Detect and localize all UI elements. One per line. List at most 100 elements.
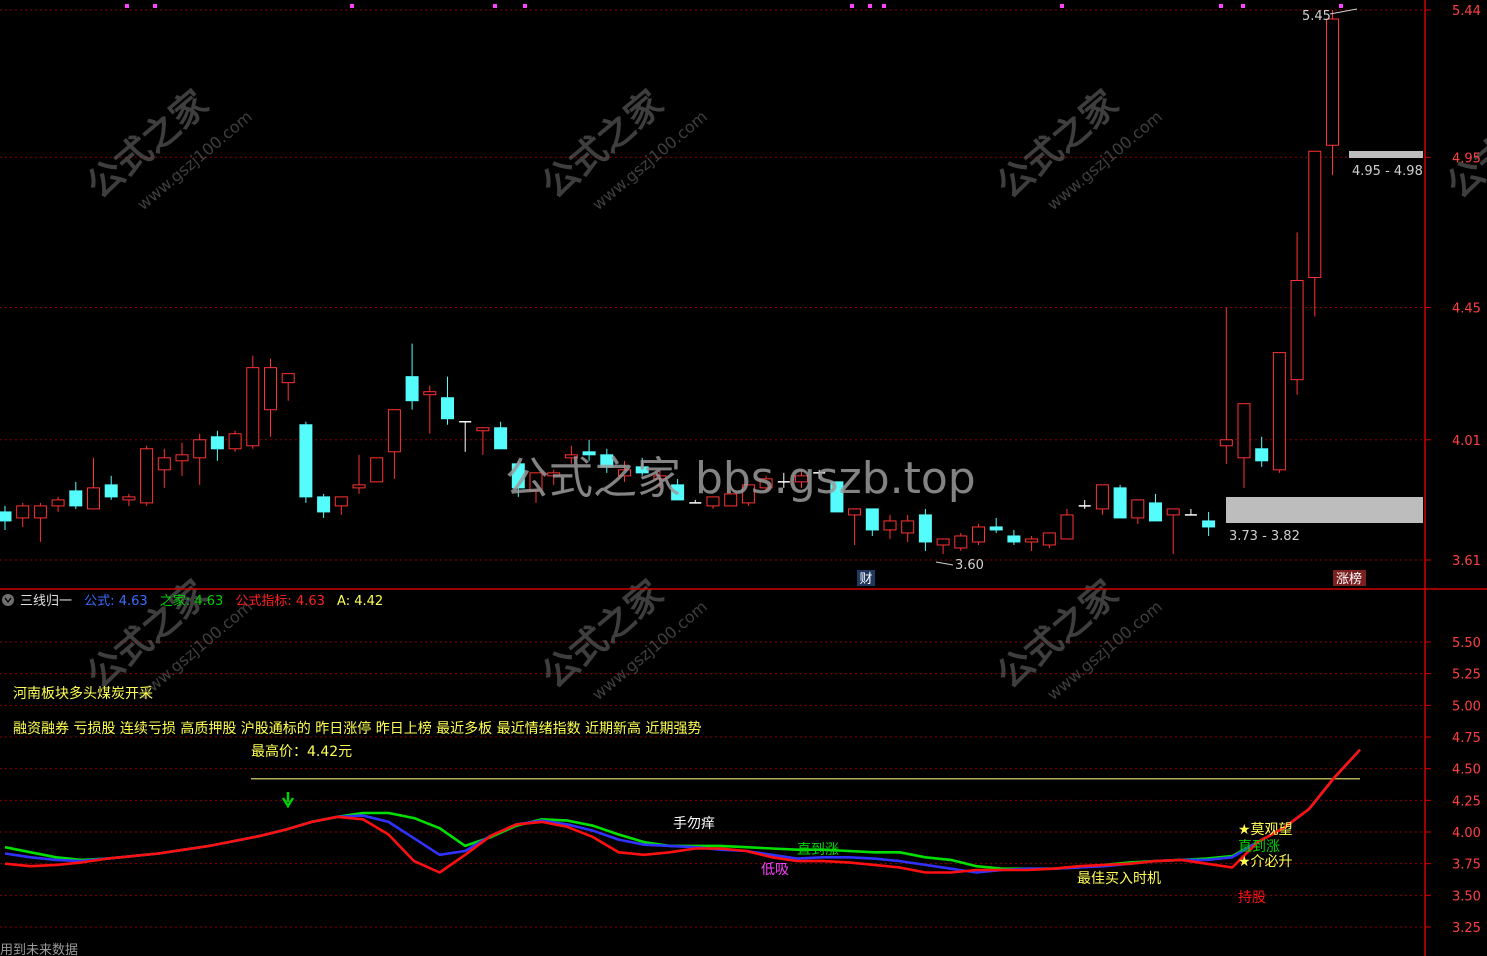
signal-jie-bi-sheng: ★介必升 <box>1238 854 1293 870</box>
candle-body <box>87 487 100 510</box>
signal-chi-gu: 持股 <box>1238 890 1266 906</box>
candle <box>1272 352 1286 473</box>
candle-body <box>901 520 915 534</box>
candle-body <box>317 496 331 513</box>
signal-mo-guan-wang: ★莫观望 <box>1238 822 1293 838</box>
candle-body <box>140 448 154 504</box>
candle-body <box>848 508 862 516</box>
series-label-value: 4.42 <box>354 594 383 609</box>
low-price-label: 3.60 <box>955 558 984 573</box>
candle-body <box>1308 150 1322 278</box>
signal-best-buy: 最佳买入时机 <box>1077 871 1161 887</box>
y-tick-label: 4.95 <box>1452 151 1481 166</box>
candle-body <box>1060 514 1074 540</box>
marker-dot <box>153 4 157 8</box>
zone-bottom-label: 3.73 - 3.82 <box>1229 529 1300 544</box>
y-tick-label: 5.00 <box>1452 699 1481 714</box>
candle <box>370 457 384 483</box>
candle <box>1113 484 1127 519</box>
y-tick-label: 3.25 <box>1452 921 1481 936</box>
candle-body <box>1131 499 1145 519</box>
candle-body <box>1290 279 1304 381</box>
cai-badge[interactable]: 财 <box>859 572 872 587</box>
zhangbang-badge[interactable]: 涨榜 <box>1336 571 1362 587</box>
y-tick-label: 5.50 <box>1452 636 1481 651</box>
signal-zhi-dao-zhang-2: 直到涨 <box>1238 838 1280 855</box>
candle-body <box>936 538 950 546</box>
signal-zhi-dao-zhang: 直到涨 <box>797 841 839 858</box>
candle-body <box>228 433 242 450</box>
candle-body <box>104 484 118 498</box>
candle-body <box>69 490 83 507</box>
candle-body <box>387 409 401 453</box>
candle <box>954 532 968 551</box>
candle-body <box>1166 508 1180 516</box>
region-line: 河南板块多头煤炭开采 <box>13 685 153 702</box>
series-label-name: 公式 <box>84 594 110 609</box>
y-tick-label: 3.61 <box>1452 554 1481 569</box>
candle-body <box>157 457 171 471</box>
candle-body <box>1326 18 1339 146</box>
candle-body <box>0 511 12 522</box>
candle-body <box>1202 520 1216 528</box>
candle-body <box>1007 535 1021 543</box>
candle <box>228 430 242 452</box>
candle-body <box>918 514 932 543</box>
marker-dot <box>493 4 497 8</box>
candle-body <box>989 526 1003 531</box>
high-price-label: 5.45 <box>1302 9 1331 24</box>
marker-dot <box>882 4 886 8</box>
signal-shou-wu-yang: 手勿痒 <box>673 816 715 832</box>
candle-body <box>175 454 189 462</box>
marker-dot <box>1219 4 1223 8</box>
marker-dot <box>523 4 527 8</box>
marker-dot <box>1060 4 1064 8</box>
candle-body <box>1025 538 1039 543</box>
future-data-note: 用到未来数据 <box>0 943 78 956</box>
y-tick-label: 4.75 <box>1452 731 1481 746</box>
candle-body <box>1237 403 1251 459</box>
candle-body <box>1149 502 1162 522</box>
candle <box>972 523 985 545</box>
candle-body <box>33 505 47 519</box>
stock-chart[interactable]: 公式之家www.gszj100.com 公式之家www.gszj100.com 公式… <box>0 0 1487 956</box>
marker-dot <box>1241 4 1245 8</box>
candle-body <box>210 436 224 450</box>
y-tick-label: 4.00 <box>1452 826 1481 841</box>
indicator-header: 三线归一 公式: 4.63 之家: 4.63 公式指标: 4.63 A: 4.4… <box>20 593 383 609</box>
zone-top-label: 4.95 - 4.98 <box>1352 164 1423 179</box>
candle-body <box>883 520 897 531</box>
candle-body <box>441 397 454 420</box>
y-tick-label: 5.25 <box>1452 668 1481 683</box>
candle-body <box>281 373 295 384</box>
candle-body <box>193 439 207 459</box>
candle-body <box>299 424 313 498</box>
candle-body <box>370 457 384 483</box>
candle <box>140 445 154 506</box>
series-label-value: 4.63 <box>194 594 223 609</box>
candle-body <box>334 496 348 507</box>
candle-body <box>352 484 366 489</box>
indicator-title: 三线归一 <box>20 594 72 609</box>
candle-body <box>972 526 985 543</box>
resistance-zone <box>1349 151 1423 158</box>
candle-body <box>264 367 277 411</box>
candle-body <box>1219 439 1233 447</box>
candle-body <box>954 535 968 549</box>
center-watermark: 公式之家 bbs.gszb.top <box>505 453 976 504</box>
marker-dot <box>868 4 872 8</box>
candle-body <box>1255 448 1269 462</box>
max-price-text: 最高价：4.42元 <box>251 743 352 760</box>
series-label-name: 公式指标 <box>235 594 287 609</box>
collapse-toggle-icon[interactable] <box>2 594 14 606</box>
y-tick-label: 5.44 <box>1452 4 1481 19</box>
marker-dot <box>1339 4 1343 8</box>
candle-body <box>1272 352 1286 471</box>
candle <box>299 421 313 503</box>
marker-dot <box>350 4 354 8</box>
candle-body <box>246 367 260 447</box>
tags-line: 融资融券 亏损股 连续亏损 高质押股 沪股通标的 昨日涨停 昨日上榜 最近多板 … <box>13 720 702 737</box>
series-label-value: 4.63 <box>296 594 325 609</box>
y-tick-label: 4.01 <box>1452 434 1481 449</box>
series-label-name: A <box>337 594 346 609</box>
